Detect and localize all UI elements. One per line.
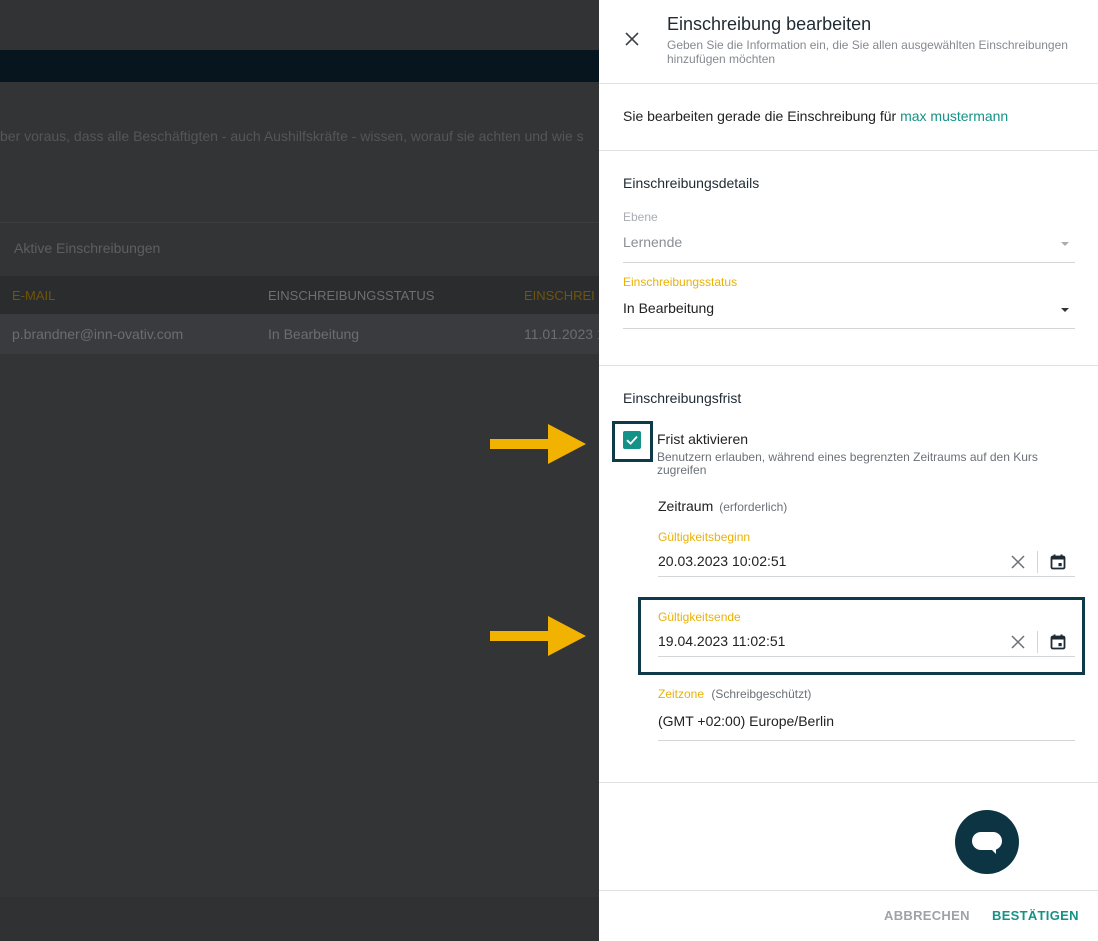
enable-deadline-label[interactable]: Frist aktivieren	[657, 431, 748, 447]
column-header-enrollment-date[interactable]: EINSCHREI	[524, 288, 595, 303]
enable-deadline-checkbox[interactable]	[623, 431, 641, 449]
enable-deadline-help: Benutzern erlauben, während eines begren…	[657, 450, 1038, 477]
divider	[599, 83, 1098, 84]
section-title-enrollment-deadline: Einschreibungsfrist	[623, 390, 742, 406]
panel-subtitle: Geben Sie die Information ein, die Sie a…	[667, 38, 1068, 66]
status-label: Einschreibungsstatus	[623, 275, 738, 289]
period-heading: Zeitraum (erforderlich)	[658, 498, 787, 514]
divider	[599, 365, 1098, 366]
background-footer	[0, 897, 600, 941]
check-icon	[626, 435, 638, 445]
timezone-label-group: Zeitzone (Schreibgeschützt)	[658, 687, 811, 701]
row-email: p.brandner@inn-ovativ.com	[12, 326, 184, 342]
column-header-email[interactable]: E-MAIL	[12, 288, 55, 303]
timezone-readonly-note: (Schreibgeschützt)	[711, 687, 812, 701]
background-divider	[0, 222, 600, 223]
enrollments-table-header: E-MAIL EINSCHREIBUNGSSTATUS EINSCHREI	[0, 276, 600, 314]
row-status: In Bearbeitung	[268, 326, 360, 342]
start-date-underline	[658, 576, 1075, 577]
clear-icon[interactable]	[1009, 553, 1027, 571]
cancel-button[interactable]: ABBRECHEN	[884, 908, 970, 923]
edit-enrollment-panel: Einschreibung bearbeiten Geben Sie die I…	[599, 0, 1098, 941]
editing-user-name: max mustermann	[900, 108, 1009, 124]
calendar-icon[interactable]	[1049, 633, 1067, 651]
timezone-label: Zeitzone	[658, 687, 705, 701]
calendar-icon[interactable]	[1049, 553, 1067, 571]
row-enrollment-date: 11.01.2023 1	[524, 326, 605, 342]
panel-title: Einschreibung bearbeiten	[667, 14, 872, 34]
level-select-value: Lernende	[623, 234, 683, 250]
status-select[interactable]: In Bearbeitung	[623, 300, 714, 316]
period-label: Zeitraum	[658, 498, 714, 514]
period-required-note: (erforderlich)	[719, 500, 788, 514]
background-topbar	[0, 0, 600, 50]
timezone-underline	[658, 740, 1075, 741]
editing-notice: Sie bearbeiten gerade die Einschreibung …	[623, 108, 1008, 124]
end-date-label: Gültigkeitsende	[658, 610, 741, 624]
timezone-value: (GMT +02:00) Europe/Berlin	[658, 713, 834, 729]
level-label: Ebene	[623, 210, 658, 224]
level-select-underline	[623, 262, 1075, 263]
divider	[599, 782, 1098, 783]
chat-button[interactable]	[955, 810, 1019, 874]
background-nav-strip	[0, 50, 600, 82]
divider	[599, 150, 1098, 151]
chevron-down-icon[interactable]	[1061, 308, 1069, 312]
status-select-underline	[623, 328, 1075, 329]
divider	[599, 890, 1098, 891]
section-title-enrollment-details: Einschreibungsdetails	[623, 175, 760, 191]
table-row[interactable]: p.brandner@inn-ovativ.com In Bearbeitung…	[0, 314, 605, 354]
close-icon[interactable]	[623, 30, 641, 48]
chevron-down-icon	[1061, 242, 1069, 246]
arrow-icon	[490, 424, 586, 464]
tab-active-enrollments[interactable]: Aktive Einschreibungen	[14, 240, 160, 256]
field-separator	[1037, 551, 1038, 573]
background-content	[0, 82, 600, 941]
editing-prefix: Sie bearbeiten gerade die Einschreibung …	[623, 108, 897, 124]
field-separator	[1037, 631, 1038, 653]
end-date-input[interactable]: 19.04.2023 11:02:51	[658, 633, 785, 649]
arrow-icon	[490, 616, 586, 656]
end-date-underline	[658, 656, 1075, 657]
confirm-button[interactable]: BESTÄTIGEN	[992, 908, 1079, 923]
column-header-status[interactable]: EINSCHREIBUNGSSTATUS	[268, 288, 434, 303]
start-date-input[interactable]: 20.03.2023 10:02:51	[658, 553, 786, 569]
clear-icon[interactable]	[1009, 633, 1027, 651]
start-date-label: Gültigkeitsbeginn	[658, 530, 751, 544]
course-description-snippet: ber voraus, dass alle Beschäftigten - au…	[0, 128, 584, 144]
